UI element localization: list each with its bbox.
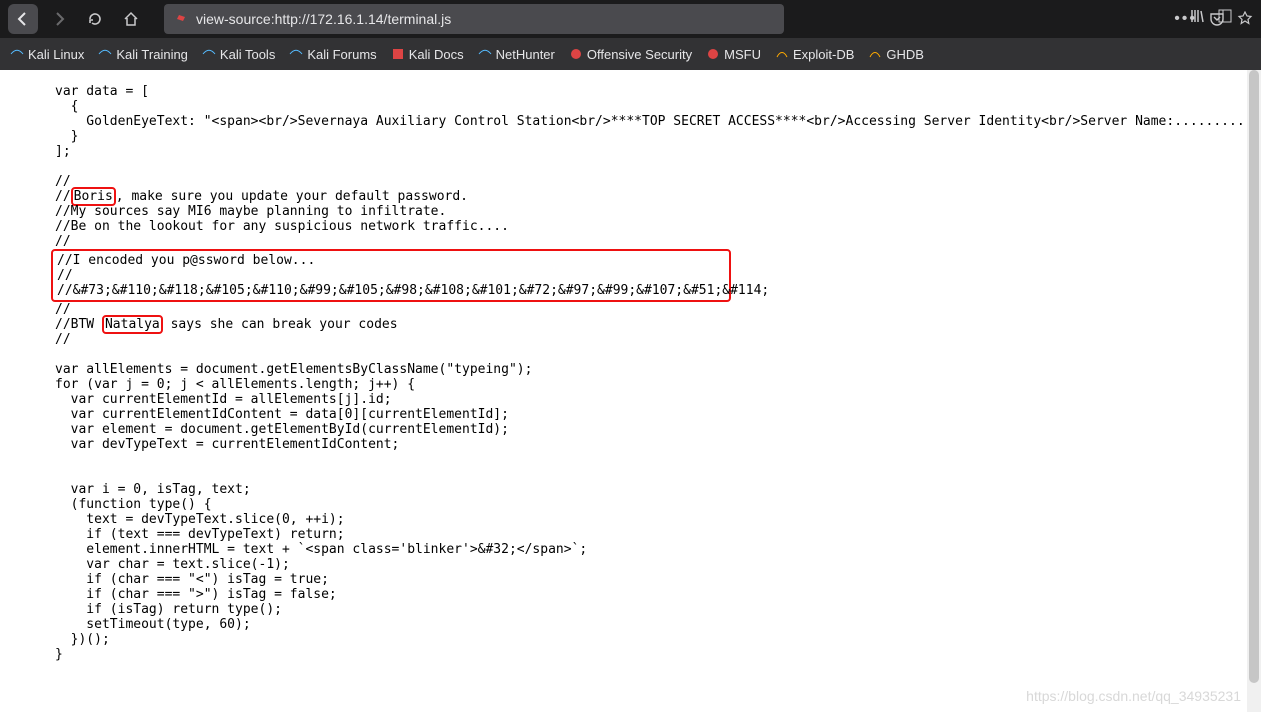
site-identity-icon (174, 12, 188, 26)
bookmark-kali-tools[interactable]: Kali Tools (202, 47, 275, 62)
source-code: var data = [ { GoldenEyeText: "<span><br… (0, 84, 1261, 662)
watermark: https://blog.csdn.net/qq_34935231 (1026, 688, 1241, 704)
browser-toolbar: view-source:http://172.16.1.14/terminal.… (0, 0, 1261, 38)
bookmark-nethunter[interactable]: NetHunter (478, 47, 555, 62)
bookmark-kali-docs[interactable]: Kali Docs (391, 47, 464, 62)
library-icon[interactable] (1189, 8, 1205, 24)
url-text: view-source:http://172.16.1.14/terminal.… (196, 11, 451, 27)
forward-button[interactable] (44, 4, 74, 34)
scrollbar-thumb[interactable] (1249, 70, 1259, 683)
sidebar-icon[interactable] (1217, 8, 1233, 24)
bookmark-kali-linux[interactable]: Kali Linux (10, 47, 84, 62)
bookmark-kali-forums[interactable]: Kali Forums (289, 47, 376, 62)
page-content: var data = [ { GoldenEyeText: "<span><br… (0, 70, 1261, 712)
url-bar[interactable]: view-source:http://172.16.1.14/terminal.… (164, 4, 784, 34)
highlight-password-block: //I encoded you p@ssword below... // //&… (51, 249, 731, 302)
reload-button[interactable] (80, 4, 110, 34)
home-button[interactable] (116, 4, 146, 34)
bookmark-msfu[interactable]: MSFU (706, 47, 761, 62)
bookmarks-toolbar: Kali Linux Kali Training Kali Tools Kali… (0, 38, 1261, 70)
bookmark-exploit-db[interactable]: Exploit-DB (775, 47, 854, 62)
bookmark-kali-training[interactable]: Kali Training (98, 47, 188, 62)
vertical-scrollbar[interactable] (1247, 70, 1261, 712)
back-button[interactable] (8, 4, 38, 34)
bookmark-star-icon[interactable] (1237, 11, 1253, 27)
toolbar-far-right (1189, 8, 1233, 24)
bookmark-ghdb[interactable]: GHDB (868, 47, 924, 62)
highlight-natalya: Natalya (102, 315, 163, 334)
bookmark-offensive-security[interactable]: Offensive Security (569, 47, 692, 62)
